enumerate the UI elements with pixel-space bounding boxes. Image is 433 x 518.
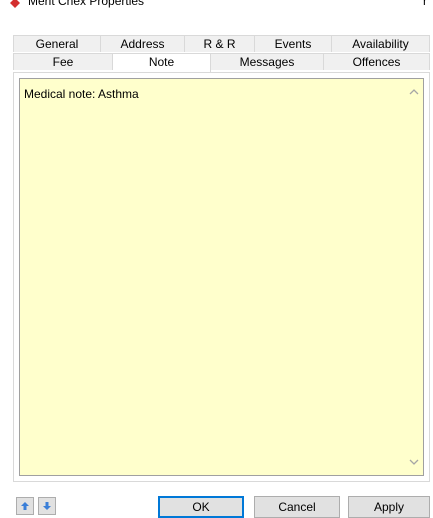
tab-row-2: Fee Note Messages Offences (13, 53, 430, 72)
tab-messages[interactable]: Messages (211, 53, 324, 70)
tab-note[interactable]: Note (113, 53, 211, 72)
tab-availability[interactable]: Availability (332, 35, 430, 52)
apply-button[interactable]: Apply (348, 496, 430, 518)
cancel-button[interactable]: Cancel (254, 496, 340, 518)
tab-strip: General Address R & R Events Availabilit… (13, 35, 430, 72)
tab-row-1: General Address R & R Events Availabilit… (13, 35, 430, 53)
tab-content-panel: Medical note: Asthma (13, 72, 430, 482)
tab-offences[interactable]: Offences (324, 53, 430, 70)
tab-fee[interactable]: Fee (13, 53, 113, 70)
move-up-button[interactable] (16, 497, 34, 515)
blue-down-arrow-icon (43, 502, 51, 510)
tab-general[interactable]: General (13, 35, 101, 52)
tab-r-and-r[interactable]: R & R (185, 35, 255, 52)
red-diamond-icon (10, 0, 20, 8)
chevron-down-icon[interactable] (408, 457, 420, 469)
title-bar: Merit Chex Properties r (0, 0, 433, 20)
move-down-button[interactable] (38, 497, 56, 515)
ok-button[interactable]: OK (158, 496, 244, 518)
tab-address[interactable]: Address (101, 35, 185, 52)
window-title-right: r (423, 0, 427, 8)
tab-events[interactable]: Events (255, 35, 332, 52)
note-text[interactable]: Medical note: Asthma (24, 87, 139, 101)
blue-up-arrow-icon (21, 502, 29, 510)
window-title: Merit Chex Properties (28, 0, 145, 8)
note-textarea[interactable]: Medical note: Asthma (19, 78, 424, 476)
chevron-up-icon[interactable] (408, 87, 420, 99)
